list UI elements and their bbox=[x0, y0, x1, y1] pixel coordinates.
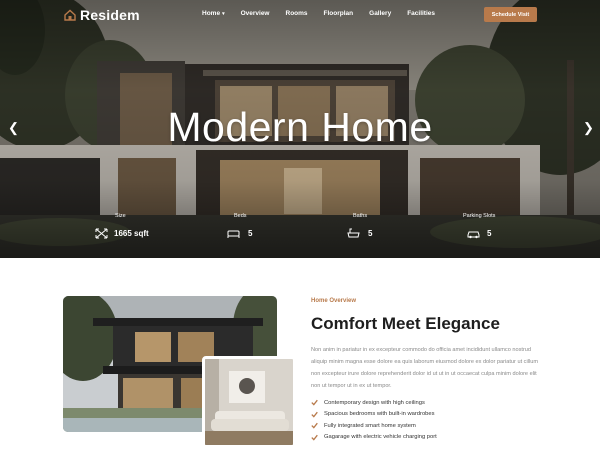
nav-item-facilities[interactable]: Facilities bbox=[407, 10, 435, 17]
stat-value: 5 bbox=[368, 229, 373, 238]
nav-item-gallery[interactable]: Gallery bbox=[369, 10, 391, 17]
check-icon bbox=[311, 434, 318, 441]
list-item: Gagarage with electric vehicle charging … bbox=[311, 432, 437, 444]
stat-label: Parking Slots bbox=[463, 213, 496, 219]
check-icon bbox=[311, 400, 318, 406]
logo-house-icon bbox=[64, 9, 76, 21]
brand-name: Residem bbox=[80, 7, 140, 23]
nav-item-label: Home bbox=[202, 10, 221, 17]
main-nav: Home ▾ Overview Rooms Floorplan Gallery … bbox=[202, 10, 435, 17]
chevron-right-icon[interactable]: ❯ bbox=[583, 120, 594, 136]
nav-item-label: Overview bbox=[240, 10, 270, 17]
stat-value: 5 bbox=[487, 229, 492, 238]
nav-item-label: Facilities bbox=[407, 10, 436, 17]
nav-item-label: Gallery bbox=[369, 10, 392, 17]
chevron-left-icon[interactable]: ❮ bbox=[8, 120, 19, 136]
nav-item-overview[interactable]: Overview bbox=[241, 10, 270, 17]
chevron-down-icon: ▾ bbox=[222, 10, 225, 17]
check-icon bbox=[311, 423, 318, 429]
living-room-photo bbox=[202, 356, 296, 448]
hero-title: Modern Home bbox=[167, 104, 433, 150]
list-item: Fully integrated smart home system bbox=[311, 420, 437, 432]
top-navbar: Residem Home ▾ Overview Rooms Floorplan … bbox=[0, 0, 600, 30]
stat-label: Size bbox=[115, 213, 126, 219]
nav-item-home[interactable]: Home ▾ bbox=[202, 10, 225, 17]
feature-list: Contemporary design with high ceilings S… bbox=[311, 397, 437, 443]
car-icon bbox=[467, 231, 480, 239]
feature-text: Gagarage with electric vehicle charging … bbox=[324, 434, 437, 441]
bed-icon bbox=[227, 230, 240, 238]
stat-value: 1665 sqft bbox=[114, 229, 149, 238]
section-heading: Comfort Meet Elegance bbox=[311, 314, 500, 333]
stat-label: Baths bbox=[353, 213, 368, 219]
nav-item-floorplan[interactable]: Floorplan bbox=[324, 10, 354, 17]
check-icon bbox=[311, 411, 318, 418]
nav-item-label: Rooms bbox=[285, 10, 308, 17]
list-item: Contemporary design with high ceilings bbox=[311, 397, 437, 409]
stat-label: Beds bbox=[234, 213, 247, 219]
schedule-visit-button[interactable]: Schedule Visit bbox=[484, 7, 537, 22]
list-item: Spacious bedrooms with built-in wardrobe… bbox=[311, 409, 437, 421]
expand-arrows-icon bbox=[95, 228, 108, 239]
feature-text: Contemporary design with high ceilings bbox=[324, 399, 425, 406]
bathtub-icon bbox=[347, 228, 360, 238]
feature-text: Fully integrated smart home system bbox=[324, 422, 416, 429]
brand-logo[interactable]: Residem bbox=[64, 6, 140, 24]
feature-text: Spacious bedrooms with built-in wardrobe… bbox=[324, 411, 435, 418]
hero-section: Residem Home ▾ Overview Rooms Floorplan … bbox=[0, 0, 600, 258]
section-kicker: Home Overview bbox=[311, 298, 357, 304]
stat-value: 5 bbox=[248, 229, 253, 238]
section-paragraph: Non anim in pariatur in ex excepteur com… bbox=[311, 347, 538, 389]
nav-item-label: Floorplan bbox=[323, 10, 354, 17]
nav-item-rooms[interactable]: Rooms bbox=[286, 10, 308, 17]
